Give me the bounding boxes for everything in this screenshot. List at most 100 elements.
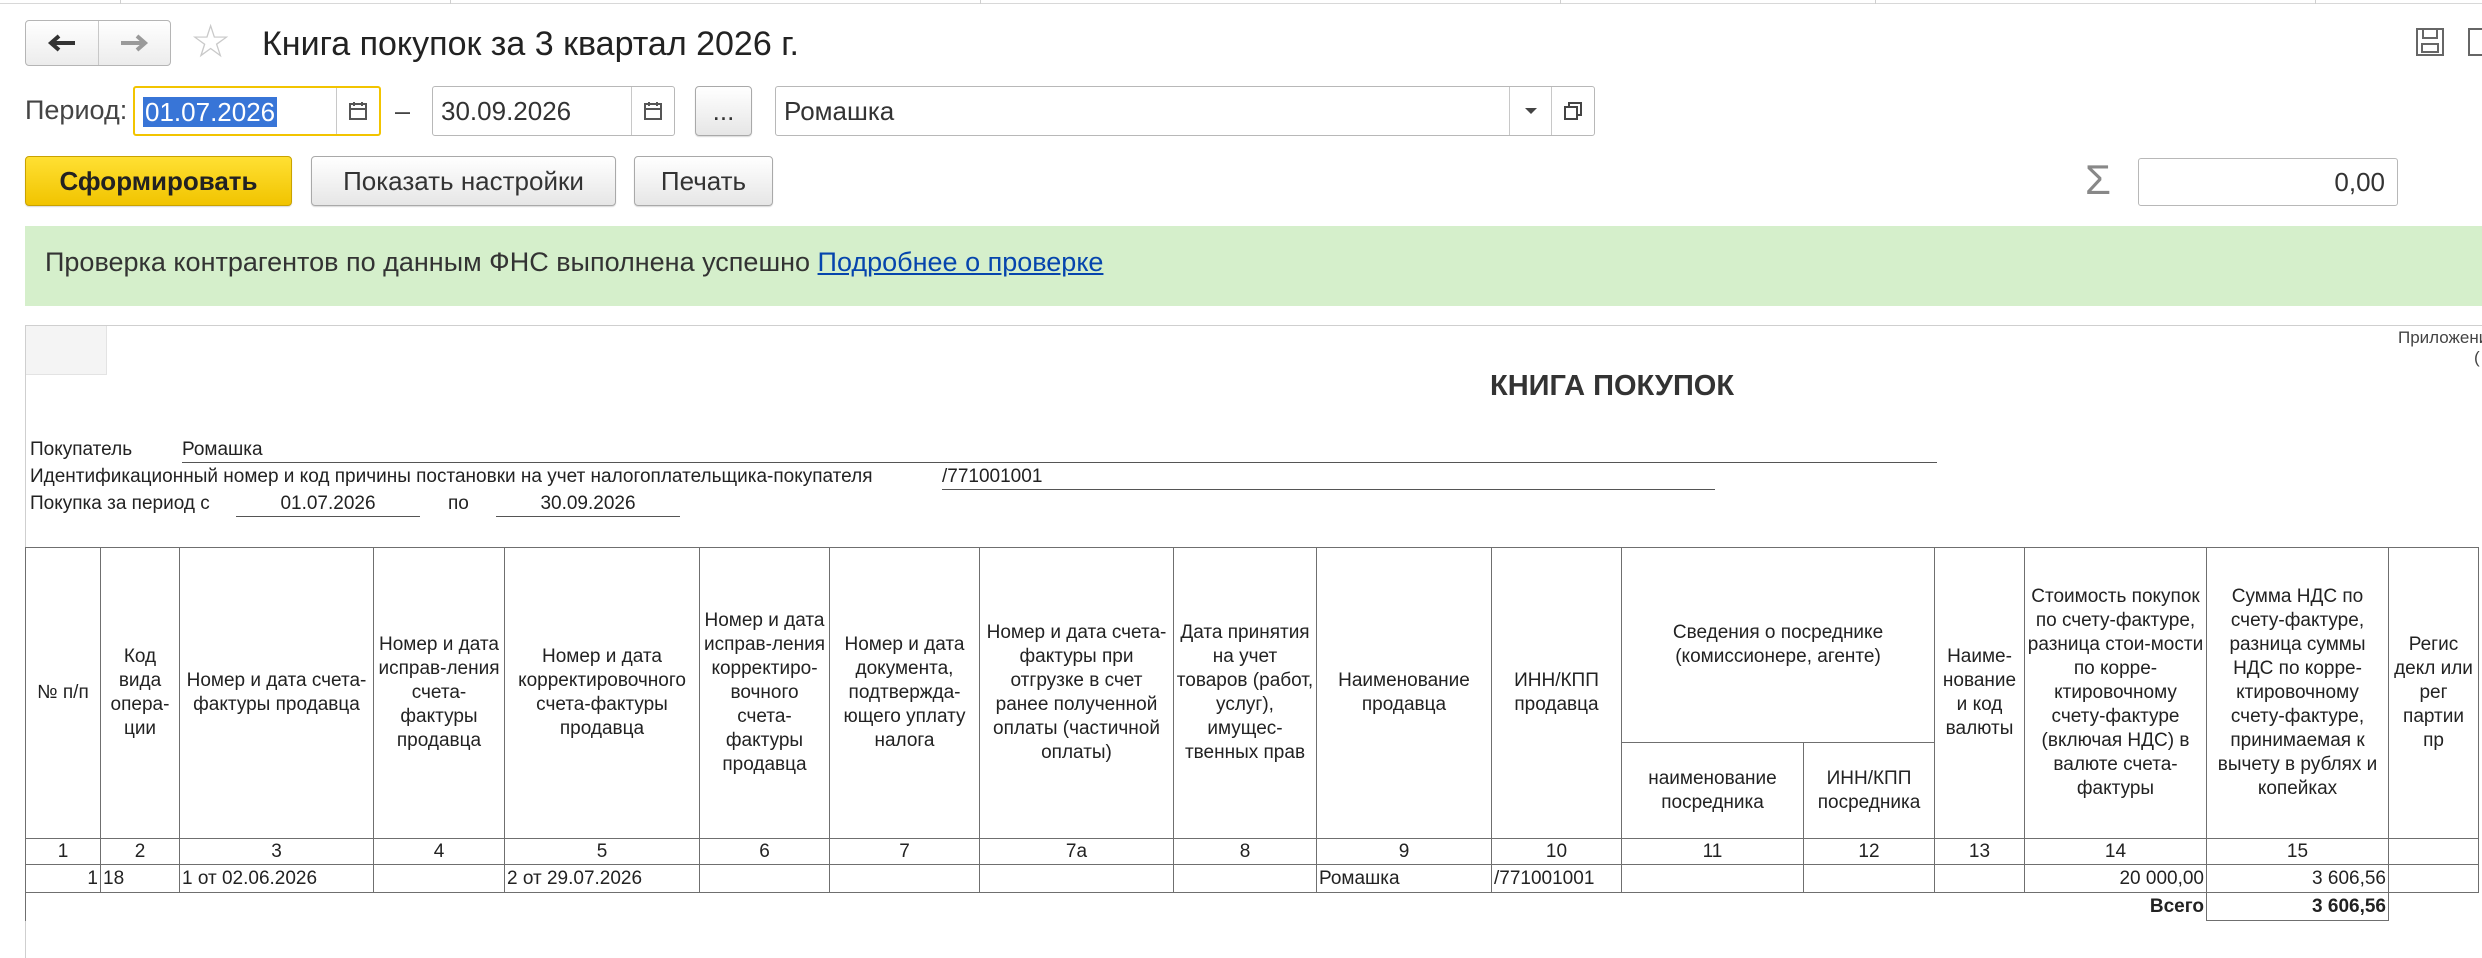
column-number: 11 [1621,838,1804,865]
header-cell: ИНН/КПП посредника [1803,742,1935,839]
page-title: Книга покупок за 3 квартал 2026 г. [262,25,799,63]
cell-agent-inn[interactable] [1803,864,1935,893]
select-period-button[interactable]: ... [695,86,752,136]
organization-field[interactable]: Ромашка [775,86,1595,136]
cell-agent[interactable] [1621,864,1804,893]
header-cell: Код вида опера-ции [100,547,180,839]
date-from-value: 01.07.2026 [143,97,278,127]
header-cell: Стоимость покупок по счету-фактуре, разн… [2024,547,2207,839]
header-cell: Наименование продавца [1316,547,1492,839]
report-title: КНИГА ПОКУПОК [1490,370,1735,402]
column-number: 1 [25,838,101,865]
header-cell: Сумма НДС по счету-фактуре, разница сумм… [2206,547,2389,839]
period-from-value: 01.07.2026 [236,492,420,517]
total-vat[interactable]: 3 606,56 [2206,892,2389,921]
table-row[interactable]: 1 18 1 от 02.06.2026 2 от 29.07.2026 Ром… [25,864,2479,893]
column-number: 15 [2206,838,2389,865]
cell-pay-doc[interactable] [829,864,980,893]
banner-text: Проверка контрагентов по данным ФНС выпо… [45,247,811,277]
buyer-label: Покупатель [30,439,133,460]
column-number: 10 [1491,838,1622,865]
header-cell: Номер и дата счета-фактуры при отгрузке … [979,547,1174,839]
total-spacer [2389,893,2479,921]
banner-message: Проверка контрагентов по данным ФНС выпо… [45,242,1103,282]
top-ruler [0,0,2482,4]
cell-n[interactable]: 1 [25,864,101,893]
column-number: 2 [100,838,180,865]
forward-button[interactable] [97,21,171,65]
column-number: 9 [1316,838,1492,865]
save-icon[interactable] [2414,26,2446,58]
header-cell: Сведения о посреднике (комиссионере, аге… [1621,547,1935,743]
cell-invoice[interactable]: 1 от 02.06.2026 [179,864,374,893]
star-icon[interactable]: ☆ [190,18,231,64]
organization-value: Ромашка [784,96,895,126]
header-cell: наименование посредника [1621,742,1804,839]
period-to-label: по [448,493,469,514]
cell-prepay[interactable] [979,864,1174,893]
column-number [2388,838,2479,865]
cell-fix[interactable] [373,864,505,893]
column-number: 3 [179,838,374,865]
inn-label: Идентификационный номер и код причины по… [30,466,873,487]
arrow-right-icon [121,34,149,52]
calendar-icon[interactable] [631,87,674,135]
header-cell: Регис декл или рег партии пр [2388,547,2479,839]
header-cell: Номер и дата исправ-ления счета-фактуры … [373,547,505,839]
more-actions-icon[interactable] [2466,26,2482,58]
period-to-value: 30.09.2026 [496,492,680,517]
cell-inn[interactable]: /771001001 [1491,864,1622,893]
banner-details-link[interactable]: Подробнее о проверке [818,247,1104,277]
total-spacer [25,892,1935,921]
column-number: 7а [979,838,1174,865]
column-number: 8 [1173,838,1317,865]
back-button[interactable] [26,21,98,65]
cell-corr[interactable]: 2 от 29.07.2026 [504,864,700,893]
total-row: Всего 3 606,56 [25,892,2479,921]
sum-field[interactable]: 0,00 [2138,158,2398,206]
cell-currency[interactable] [1934,864,2025,893]
open-icon[interactable] [1551,87,1594,135]
cell-date[interactable] [1173,864,1317,893]
report-corner [26,326,107,375]
cell-vat[interactable]: 3 606,56 [2206,864,2389,893]
column-number: 6 [699,838,830,865]
date-to-value: 30.09.2026 [441,96,572,126]
sum-icon: Σ [2085,156,2111,203]
date-to-field[interactable]: 30.09.2026 [432,86,675,136]
period-label: Период: [25,95,128,125]
header-cell: № п/п [25,547,101,839]
header-cell: Дата принятия на учет товаров (работ, ус… [1173,547,1317,839]
purchase-book-table: № п/п Код вида опера-ции Номер и дата сч… [25,547,2479,921]
cell-corr-fix[interactable] [699,864,830,893]
period-dash: – [395,96,411,126]
cell-cost[interactable]: 20 000,00 [2024,864,2207,893]
column-number: 4 [373,838,505,865]
buyer-value: Ромашка [182,438,1937,463]
show-settings-button[interactable]: Показать настройки [311,156,616,206]
calendar-icon[interactable] [336,88,379,134]
column-number: 5 [504,838,700,865]
header-cell: Номер и дата счета-фактуры продавца [179,547,374,839]
cell-seller[interactable]: Ромашка [1316,864,1492,893]
period-from-label: Покупка за период с [30,493,210,514]
cell-extra[interactable] [2388,864,2479,893]
date-from-field[interactable]: 01.07.2026 [133,86,381,136]
cell-code[interactable]: 18 [100,864,180,893]
column-number: 14 [2024,838,2207,865]
header-cell: Наиме-нование и код валюты [1934,547,2025,839]
navigation-buttons [25,20,171,66]
inn-value: /771001001 [942,465,1715,490]
generate-button[interactable]: Сформировать [25,156,292,206]
header-cell: Номер и дата документа, подтвержда-ющего… [829,547,980,839]
chevron-down-icon[interactable] [1509,87,1552,135]
total-spacer [1935,893,2025,921]
header-cell: Номер и дата корректировочного счета-фак… [504,547,700,839]
arrow-left-icon [47,34,75,52]
print-button[interactable]: Печать [634,156,773,206]
total-label: Всего [2149,896,2204,918]
column-number: 12 [1803,838,1935,865]
header-cell: ИНН/КПП продавца [1491,547,1622,839]
column-number: 7 [829,838,980,865]
column-number: 13 [1934,838,2025,865]
